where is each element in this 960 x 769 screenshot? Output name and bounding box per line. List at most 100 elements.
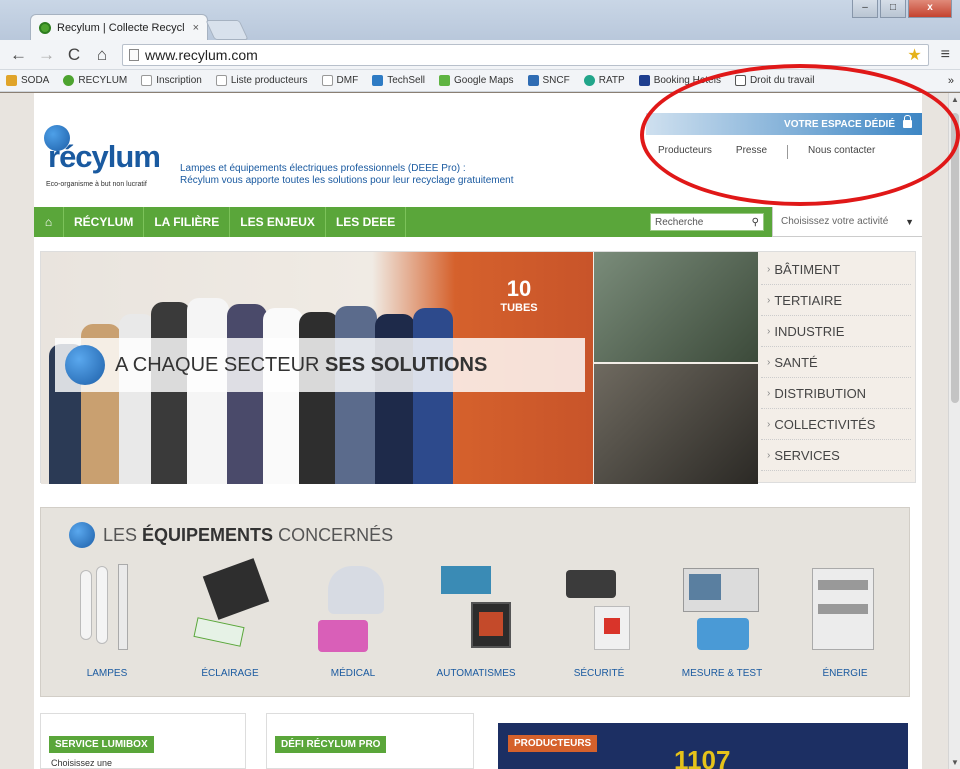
bookmark-soda[interactable]: SODA [6,75,49,86]
bookmark-google-maps[interactable]: Google Maps [439,75,514,86]
bookmark-inscription[interactable]: Inscription [141,75,202,86]
bookmark-sncf[interactable]: SNCF [527,75,570,86]
caret-icon: › [767,449,771,461]
site-logo[interactable]: récylum [48,139,161,175]
sncf-icon [527,75,539,86]
equip-lampes[interactable]: LAMPES [55,560,159,679]
bookmark-dmf[interactable]: DMF [321,75,358,86]
bookmarks-more-button[interactable]: » [948,75,954,87]
ratp-icon [583,75,595,86]
close-window-button[interactable]: x [908,0,952,18]
home-icon[interactable]: ⌂ [94,45,110,65]
sector-tertiaire[interactable]: › TERTIAIRE [761,285,911,316]
bookmark-recylum[interactable]: RECYLUM [63,75,127,86]
equip-label: MESURE & TEST [681,668,763,679]
globe-icon [65,345,105,385]
equipements-section: LES ÉQUIPEMENTS CONCERNÉS LAMPES ÉCLAIRA… [40,507,910,697]
logo-tagline: Eco-organisme à but non lucratif [46,181,147,188]
person-figure [335,306,377,484]
forward-arrow-icon[interactable]: → [38,45,55,65]
producteurs-label: PRODUCTEURS [508,735,598,752]
nav-les-deee[interactable]: LES DEEE [326,207,407,237]
header-description: Lampes et équipements électriques profes… [180,163,514,186]
bookmark-techsell[interactable]: TechSell [372,75,425,86]
nav-les-enjeux[interactable]: LES ENJEUX [230,207,326,237]
recylum-favicon-icon [39,21,51,34]
hero-banner-text: A CHAQUE SECTEUR SES SOLUTIONS [115,353,488,376]
page-scrollbar[interactable]: ▲ ▼ [948,93,960,769]
equip-mesure-test[interactable]: MESURE & TEST [670,560,774,679]
equip-label: AUTOMATISMES [436,668,516,679]
bookmark-ratp[interactable]: RATP [583,75,625,86]
producteurs-block[interactable]: PRODUCTEURS 1107 [498,723,908,769]
sector-sante[interactable]: › SANTÉ [761,347,911,378]
equip-automatismes[interactable]: AUTOMATISMES [424,560,528,679]
caret-icon: › [767,294,771,306]
sector-batiment[interactable]: › BÂTIMENT [761,254,911,285]
maximize-button[interactable]: □ [880,0,906,18]
scroll-up-icon[interactable]: ▲ [950,95,960,104]
floodlight-icon [185,558,275,660]
search-placeholder: Recherche [655,216,704,228]
nav-la-filiere[interactable]: LA FILIÈRE [144,207,231,237]
reload-icon[interactable]: C [66,45,82,65]
hero-section: 10 TUBES A CHAQUE SECTEUR SES SOLUTIONS … [40,251,916,484]
sector-list: › BÂTIMENT › TERTIAIRE › INDUSTRIE › SANTÉ ›… [761,254,911,471]
url-text[interactable]: www.recylum.com [145,47,258,63]
equip-energie[interactable]: ÉNERGIE [793,560,897,679]
nav-recylum[interactable]: RÉCYLUM [64,207,145,237]
hero-people-image[interactable]: 10 TUBES A CHAQUE SECTEUR SES SOLUTIONS [41,252,593,484]
new-tab-button[interactable] [205,20,249,40]
defi-recylum-label: DÉFI RÉCYLUM PRO [275,736,387,753]
activity-select[interactable]: Choisissez votre activité ▼ [772,207,922,237]
person-figure [151,302,191,484]
bookmark-liste-producteurs[interactable]: Liste producteurs [215,75,308,86]
search-input[interactable]: Recherche ⚲ [650,213,764,231]
hero-photo-truck[interactable] [594,364,758,484]
page-icon [129,48,139,61]
person-figure [227,304,267,484]
equip-eclairage[interactable]: ÉCLAIRAGE [178,558,282,679]
equip-securite[interactable]: SÉCURITÉ [547,560,651,679]
page-icon [141,75,153,86]
browser-titlebar: Recylum | Collecte Recycl × – □ x [0,0,960,44]
tubes-number: 10 [506,276,532,301]
scanner-icon [308,560,398,660]
maps-icon [439,75,451,86]
oscilloscope-icon [677,560,767,660]
producteurs-count: 1107 [674,745,731,769]
scroll-down-icon[interactable]: ▼ [950,758,960,767]
minimize-button[interactable]: – [852,0,878,18]
browser-tab[interactable]: Recylum | Collecte Recycl × [30,14,208,40]
tubes-label: TUBES [500,302,538,314]
browser-menu-icon[interactable]: ≡ [941,46,950,64]
hero-banner: A CHAQUE SECTEUR SES SOLUTIONS [55,338,585,392]
tab-close-icon[interactable]: × [193,22,199,34]
caret-icon: › [767,263,771,275]
equip-label: LAMPES [86,668,128,679]
caret-icon: › [767,356,771,368]
person-figure [263,308,303,484]
address-bar[interactable]: www.recylum.com ★ [122,43,929,66]
hero-photo-forklift[interactable] [594,252,758,362]
search-icon[interactable]: ⚲ [752,217,759,228]
sector-services[interactable]: › SERVICES [761,440,911,471]
defi-recylum-block[interactable]: DÉFI RÉCYLUM PRO [266,713,474,769]
activity-select-value: Choisissez votre activité [781,216,889,227]
equip-medical[interactable]: MÉDICAL [301,560,405,679]
nav-home-icon[interactable]: ⌂ [34,207,64,237]
caret-icon: › [767,387,771,399]
sector-industrie[interactable]: › INDUSTRIE [761,316,911,347]
lamp-icon [62,560,152,660]
service-lumibox-block[interactable]: SERVICE LUMIBOX Choisissez une [40,713,246,769]
automation-icon [431,560,521,660]
back-arrow-icon[interactable]: ← [10,45,27,65]
bookmark-star-icon[interactable]: ★ [907,45,921,65]
equip-label: SÉCURITÉ [573,668,625,679]
tubes-badge: 10 TUBES [493,276,545,326]
equip-label: MÉDICAL [330,668,376,679]
sector-collectivites[interactable]: › COLLECTIVITÉS [761,409,911,440]
page-icon [215,75,227,86]
sector-distribution[interactable]: › DISTRIBUTION [761,378,911,409]
recylum-icon [63,75,75,86]
